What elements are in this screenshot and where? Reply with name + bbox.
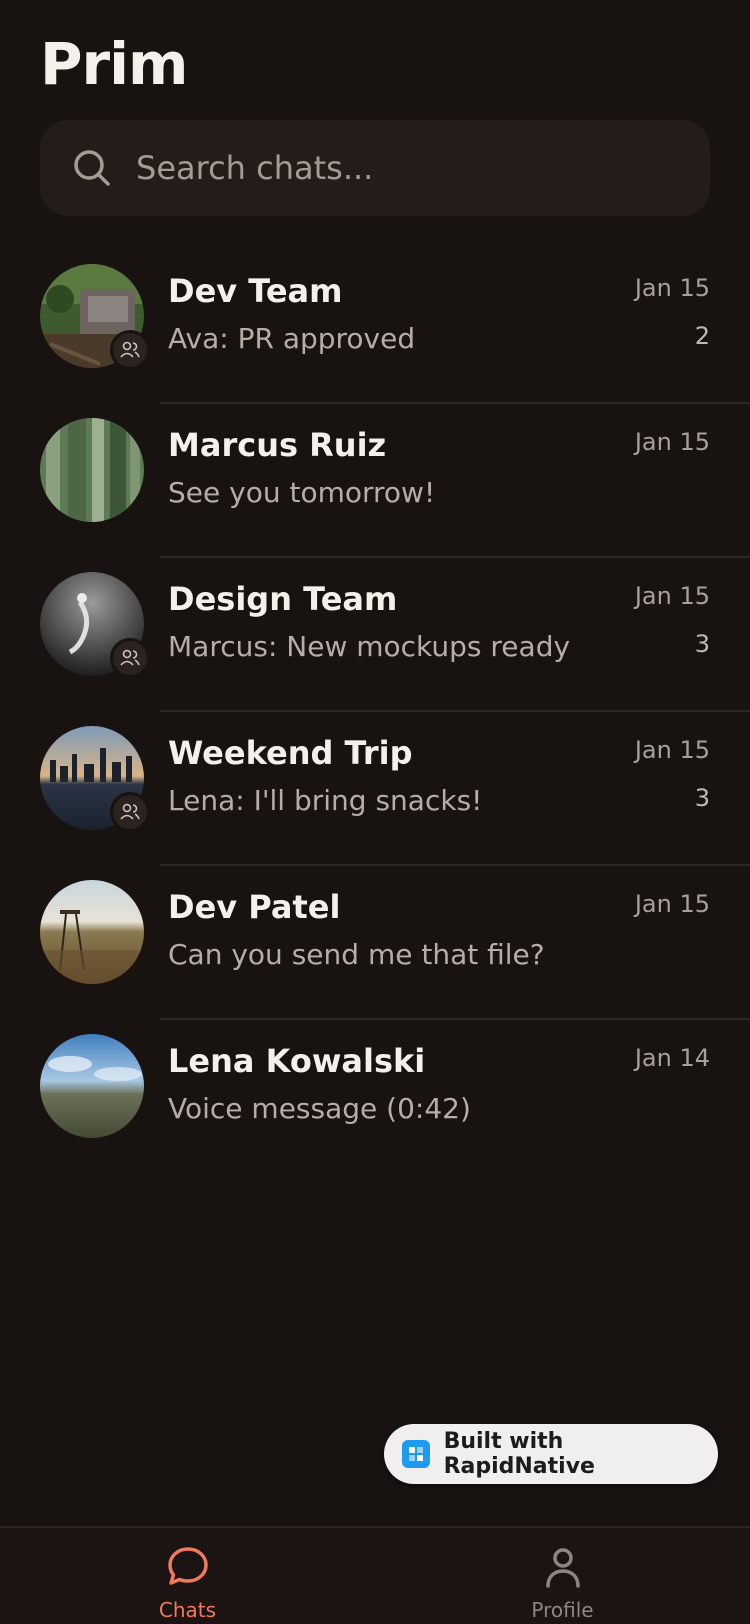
unread-count: 3	[694, 630, 710, 658]
chat-preview: Can you send me that file?	[168, 938, 545, 971]
chat-item-dev-patel[interactable]: Dev Patel Can you send me that file? Jan…	[0, 866, 750, 1020]
chat-name: Marcus Ruiz	[168, 426, 387, 464]
chat-date: Jan 15	[634, 428, 710, 456]
chat-name: Design Team	[168, 580, 398, 618]
search-bar[interactable]: Search chats...	[40, 120, 710, 216]
chat-item-dev-team[interactable]: Dev Team Ava: PR approved Jan 15 2	[0, 250, 750, 404]
group-icon	[120, 341, 140, 358]
chat-item-lena-kowalski[interactable]: Lena Kowalski Voice message (0:42) Jan 1…	[0, 1020, 750, 1174]
group-badge	[110, 638, 150, 678]
avatar	[40, 1034, 144, 1138]
search-icon	[74, 150, 110, 186]
built-with-badge[interactable]: Built with RapidNative	[384, 1424, 718, 1484]
chat-name: Weekend Trip	[168, 734, 413, 772]
chat-preview: Ava: PR approved	[168, 322, 416, 355]
chat-item-design-team[interactable]: Design Team Marcus: New mockups ready Ja…	[0, 558, 750, 712]
avatar	[40, 418, 144, 522]
chat-item-marcus-ruiz[interactable]: Marcus Ruiz See you tomorrow! Jan 15	[0, 404, 750, 558]
chat-item-weekend-trip[interactable]: Weekend Trip Lena: I'll bring snacks! Ja…	[0, 712, 750, 866]
search-input[interactable]: Search chats...	[136, 120, 373, 216]
tab-profile-label: Profile	[531, 1598, 594, 1622]
tab-profile[interactable]: Profile	[375, 1528, 750, 1624]
chat-date: Jan 14	[634, 1044, 710, 1072]
chat-name: Lena Kowalski	[168, 1042, 426, 1080]
chat-date: Jan 15	[634, 736, 710, 764]
person-icon	[545, 1548, 580, 1588]
chat-list-screen: Prim Search chats... Dev Team Ava: PR ap…	[0, 0, 750, 1624]
tab-chats[interactable]: Chats	[0, 1528, 375, 1624]
rapidnative-logo-icon	[402, 1440, 430, 1468]
unread-count: 3	[694, 784, 710, 812]
tab-bar: Chats Profile	[0, 1526, 750, 1624]
page-title: Prim	[40, 30, 188, 98]
built-with-label: Built with RapidNative	[443, 1429, 595, 1479]
group-badge	[110, 330, 150, 370]
chat-bubble-icon	[167, 1547, 208, 1585]
chat-date: Jan 15	[634, 890, 710, 918]
chat-date: Jan 15	[634, 582, 710, 610]
unread-count: 2	[694, 322, 710, 350]
chat-preview: See you tomorrow!	[168, 476, 436, 509]
chat-list: Dev Team Ava: PR approved Jan 15 2 Marcu…	[0, 250, 750, 1174]
chat-name: Dev Team	[168, 272, 343, 310]
tab-chats-label: Chats	[158, 1598, 217, 1622]
group-icon	[120, 803, 140, 820]
group-icon	[120, 649, 140, 666]
avatar	[40, 880, 144, 984]
chat-date: Jan 15	[634, 274, 710, 302]
chat-preview: Lena: I'll bring snacks!	[168, 784, 483, 817]
chat-preview: Marcus: New mockups ready	[168, 630, 571, 663]
chat-preview: Voice message (0:42)	[168, 1092, 471, 1125]
group-badge	[110, 792, 150, 832]
chat-name: Dev Patel	[168, 888, 341, 926]
